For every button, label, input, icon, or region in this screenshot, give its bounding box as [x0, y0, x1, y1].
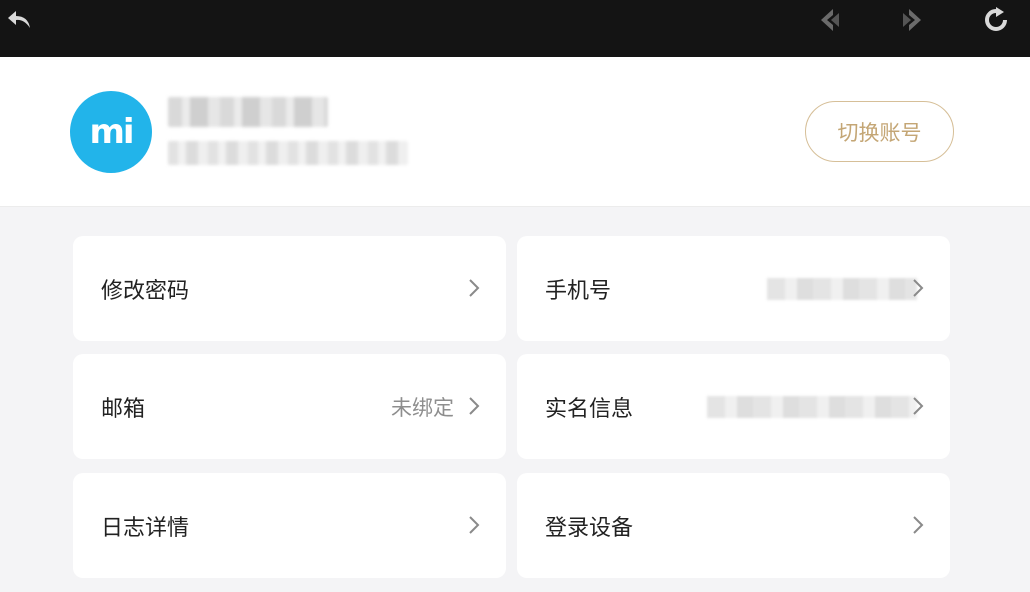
- settings-item-label: 实名信息: [545, 396, 634, 422]
- email-status: 未绑定: [391, 395, 454, 420]
- settings-item-phone[interactable]: 手机号: [517, 236, 950, 341]
- chevron-right-icon: [913, 516, 924, 534]
- settings-item-log-details[interactable]: 日志详情: [73, 473, 506, 578]
- back-arrow-icon[interactable]: [0, 0, 40, 40]
- chevron-right-icon: [469, 279, 480, 297]
- real-name-value: [707, 396, 917, 418]
- avatar: mi: [70, 91, 152, 173]
- settings-item-login-devices[interactable]: 登录设备: [517, 473, 950, 578]
- chevron-right-icon: [913, 279, 924, 297]
- account-header: mi 切换账号: [0, 57, 1030, 207]
- chevron-right-icon: [469, 516, 480, 534]
- top-bar: [0, 0, 1030, 57]
- settings-item-change-password[interactable]: 修改密码: [73, 236, 506, 341]
- avatar-logo: mi: [89, 112, 134, 152]
- settings-item-label: 手机号: [545, 278, 612, 304]
- chevron-right-icon: [913, 397, 924, 415]
- settings-item-label: 邮箱: [101, 396, 146, 422]
- refresh-icon[interactable]: [976, 0, 1016, 40]
- user-name: [168, 97, 328, 127]
- phone-value: [767, 278, 917, 300]
- chevron-right-icon: [469, 397, 480, 415]
- settings-item-email[interactable]: 邮箱 未绑定: [73, 354, 506, 459]
- settings-item-real-name[interactable]: 实名信息: [517, 354, 950, 459]
- switch-account-button[interactable]: 切换账号: [805, 101, 954, 162]
- settings-item-label: 登录设备: [545, 515, 634, 541]
- nav-prev-icon[interactable]: [809, 0, 849, 40]
- nav-next-icon[interactable]: [893, 0, 933, 40]
- settings-item-label: 日志详情: [101, 515, 190, 541]
- settings-item-label: 修改密码: [101, 278, 190, 304]
- user-id: [168, 141, 408, 165]
